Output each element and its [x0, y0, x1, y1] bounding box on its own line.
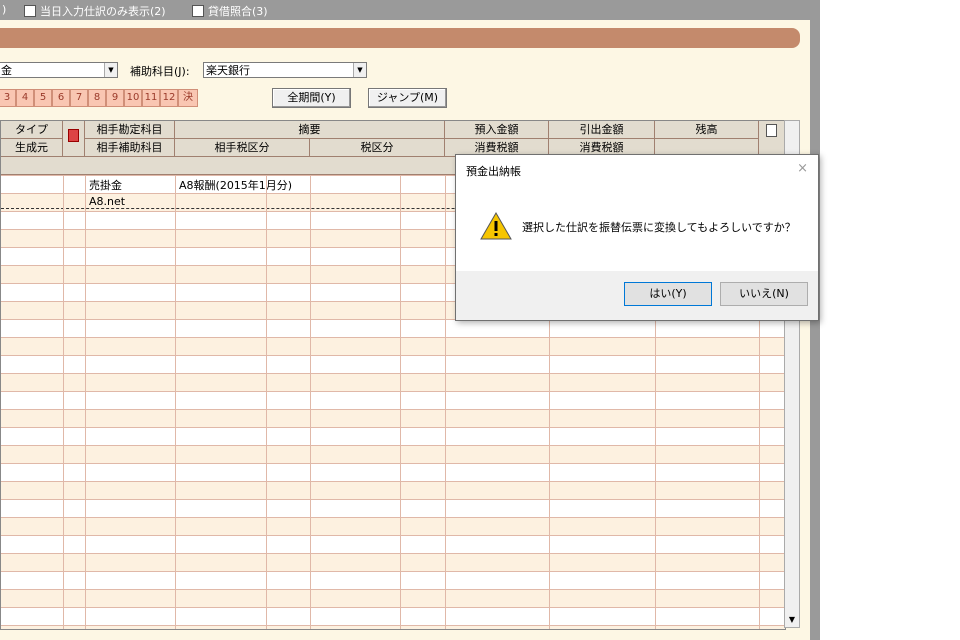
month-tab[interactable]: 9 — [106, 89, 124, 107]
top-toolbar: ) 当日入力仕訳のみ表示(2) 貸借照合(3) — [0, 0, 818, 20]
row-band — [1, 553, 785, 571]
grid-line — [266, 175, 267, 629]
row-band — [1, 409, 785, 427]
row-band — [1, 445, 785, 463]
col-header-deposit[interactable]: 預入金額 — [445, 121, 549, 139]
col-header-type[interactable]: タイプ — [1, 121, 63, 139]
col-header-source[interactable]: 生成元 — [1, 139, 63, 157]
grid-line — [1, 571, 785, 572]
grid-line — [175, 175, 176, 629]
month-tab[interactable]: 6 — [52, 89, 70, 107]
balance-check-checkbox[interactable]: 貸借照合(3) — [192, 3, 268, 19]
month-tab[interactable]: 4 — [16, 89, 34, 107]
checkbox-box[interactable] — [192, 5, 204, 17]
grid-line — [1, 355, 785, 356]
grid-line — [1, 553, 785, 554]
grid-line — [310, 175, 311, 629]
month-tab[interactable]: 3 — [0, 89, 16, 107]
today-only-checkbox[interactable]: 当日入力仕訳のみ表示(2) — [24, 3, 166, 19]
row-band — [1, 589, 785, 607]
grid-line — [1, 499, 785, 500]
grid-line — [1, 481, 785, 482]
col-header-counter-sub-account[interactable]: 相手補助科目 — [85, 139, 175, 157]
grid-line — [1, 337, 785, 338]
panel-header-bar — [0, 28, 800, 48]
col-header-memo[interactable]: 摘要 — [175, 121, 445, 139]
toolbar-fragment: ) — [2, 3, 7, 16]
sub-account-label: 補助科目(J): — [130, 65, 190, 78]
grid-line — [63, 175, 64, 629]
col-header-tax[interactable]: 税区分 — [310, 139, 445, 157]
chevron-down-icon[interactable]: ▼ — [353, 63, 366, 77]
grid-line — [1, 445, 785, 446]
scroll-down-icon[interactable]: ▼ — [785, 613, 799, 627]
sub-account-select[interactable]: 楽天銀行 ▼ — [203, 62, 367, 78]
row-band — [1, 517, 785, 535]
grid-line — [1, 625, 785, 626]
row-band — [1, 481, 785, 499]
grid-line — [1, 373, 785, 374]
month-tab[interactable]: 7 — [70, 89, 88, 107]
jump-button[interactable]: ジャンプ(M) — [368, 88, 447, 108]
dialog-title: 預金出納帳 — [466, 165, 521, 178]
col-header-withdrawal[interactable]: 引出金額 — [549, 121, 655, 139]
chevron-down-icon[interactable]: ▼ — [104, 63, 117, 77]
close-icon[interactable]: × — [797, 161, 808, 176]
month-tab[interactable]: 12 — [160, 89, 178, 107]
all-period-button[interactable]: 全期間(Y) — [272, 88, 351, 108]
row-band — [1, 373, 785, 391]
month-tab[interactable]: 8 — [88, 89, 106, 107]
month-tab[interactable]: 10 — [124, 89, 142, 107]
col-header-balance[interactable]: 残高 — [655, 121, 759, 139]
grid-line — [1, 607, 785, 608]
grid-line — [1, 409, 785, 410]
row-band — [1, 337, 785, 355]
col-header-counter-account[interactable]: 相手勘定科目 — [85, 121, 175, 139]
grid-line — [445, 175, 446, 629]
grid-line — [1, 517, 785, 518]
grid-line — [1, 589, 785, 590]
checkbox-box[interactable] — [24, 5, 36, 17]
grid-line — [85, 175, 86, 629]
grid-line — [1, 427, 785, 428]
account-select[interactable]: 金 ▼ — [0, 62, 118, 78]
month-tab[interactable]: 5 — [34, 89, 52, 107]
no-button[interactable]: いいえ(N) — [720, 282, 808, 306]
book-icon[interactable] — [63, 121, 85, 157]
grid-line — [1, 463, 785, 464]
yes-button[interactable]: はい(Y) — [624, 282, 712, 306]
month-tab[interactable]: 11 — [142, 89, 160, 107]
grid-line — [400, 175, 401, 629]
month-tab[interactable]: 決 — [178, 89, 198, 107]
col-header-counter-tax[interactable]: 相手税区分 — [175, 139, 310, 157]
grid-line — [1, 535, 785, 536]
confirm-dialog: 預金出納帳 × 選択した仕訳を振替伝票に変換してもよろしいですか？ はい(Y) … — [455, 154, 819, 321]
grid-line — [1, 391, 785, 392]
month-tabs: 3 4 5 6 7 8 9 10 11 12 決 — [0, 89, 198, 107]
warning-icon — [480, 211, 512, 240]
dialog-message: 選択した仕訳を振替伝票に変換してもよろしいですか？ — [522, 221, 796, 234]
notes-icon[interactable] — [759, 121, 785, 157]
